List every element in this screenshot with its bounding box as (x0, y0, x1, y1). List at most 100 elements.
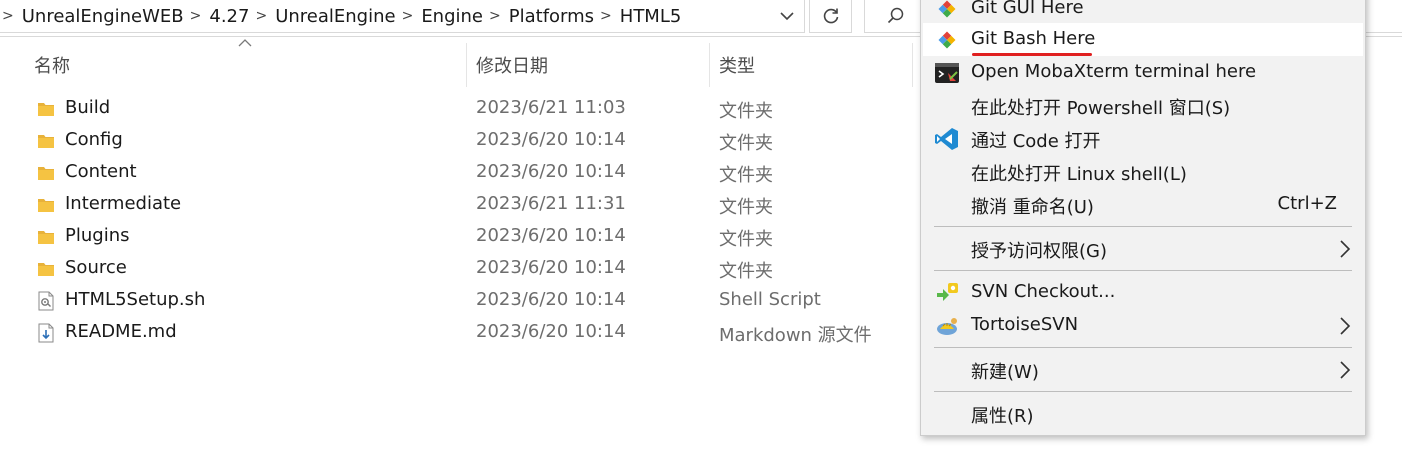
chevron-right-icon[interactable]: > (184, 8, 210, 24)
search-icon (887, 7, 904, 24)
file-name: Build (65, 97, 111, 118)
file-type: Markdown 源文件 (719, 325, 872, 346)
file-name: HTML5Setup.sh (65, 289, 206, 310)
column-divider[interactable] (466, 43, 467, 87)
file-modified-date: 2023/6/21 11:03 (476, 97, 626, 118)
chevron-right-icon[interactable]: > (483, 8, 509, 24)
markdown-file-icon (36, 323, 56, 343)
file-name: Plugins (65, 225, 130, 246)
menu-item-git-bash-here[interactable]: Git Bash Here (923, 23, 1363, 56)
menu-item-undo-rename[interactable]: 撤消 重命名(U) Ctrl+Z (921, 188, 1365, 221)
chevron-right-icon[interactable]: > (594, 8, 620, 24)
menu-separator (934, 347, 1352, 348)
file-type: 文件夹 (719, 101, 773, 122)
menu-item-label: 属性(R) (971, 406, 1034, 427)
refresh-icon (823, 8, 838, 24)
menu-item-svn-checkout[interactable]: SVN Checkout... (921, 276, 1365, 309)
menu-item-label: SVN Checkout... (971, 281, 1116, 302)
file-type: Shell Script (719, 289, 821, 310)
menu-item-label: Open MobaXterm terminal here (971, 61, 1257, 82)
chevron-down-icon (780, 12, 794, 21)
address-history-dropdown[interactable] (770, 0, 804, 32)
column-divider[interactable] (709, 43, 710, 87)
tortoisesvn-icon (937, 318, 957, 335)
column-header-date[interactable]: 修改日期 (476, 43, 706, 87)
address-bar[interactable]: > UnrealEngineWEB > 4.27 > UnrealEngine … (0, 0, 805, 33)
folder-icon (36, 195, 56, 215)
menu-item-open-powershell[interactable]: 在此处打开 Powershell 窗口(S) (921, 89, 1365, 122)
chevron-right-icon (1340, 361, 1351, 379)
menu-item-label: 在此处打开 Powershell 窗口(S) (971, 98, 1231, 119)
file-type: 文件夹 (719, 133, 773, 154)
chevron-right-icon[interactable]: > (249, 8, 275, 24)
file-row[interactable]: Plugins 2023/6/20 10:14 文件夹 (0, 221, 915, 253)
menu-item-open-mobaxterm[interactable]: Open MobaXterm terminal here (921, 56, 1365, 89)
file-type: 文件夹 (719, 229, 773, 250)
file-modified-date: 2023/6/20 10:14 (476, 257, 626, 278)
file-name: Config (65, 129, 123, 150)
menu-item-properties[interactable]: 属性(R) (921, 397, 1365, 430)
breadcrumb-item[interactable]: 4.27 (209, 6, 249, 27)
file-type: 文件夹 (719, 261, 773, 282)
refresh-button[interactable] (809, 0, 852, 33)
breadcrumb-item[interactable]: HTML5 (620, 6, 682, 27)
menu-item-label: 通过 Code 打开 (971, 131, 1101, 152)
svn-checkout-icon (937, 283, 958, 301)
menu-item-grant-access[interactable]: 授予访问权限(G) (921, 232, 1365, 265)
column-header-label: 名称 (34, 56, 70, 77)
file-row[interactable]: Source 2023/6/20 10:14 文件夹 (0, 253, 915, 285)
context-menu: Git GUI Here Git Bash Here Open MobaXter… (920, 0, 1366, 436)
column-header-name[interactable]: 名称 (34, 43, 464, 87)
breadcrumb: > UnrealEngineWEB > 4.27 > UnrealEngine … (0, 0, 681, 32)
file-row[interactable]: Intermediate 2023/6/21 11:31 文件夹 (0, 189, 915, 221)
file-row[interactable]: Build 2023/6/21 11:03 文件夹 (0, 93, 915, 125)
folder-icon (36, 227, 56, 247)
vscode-icon (935, 128, 958, 150)
menu-item-label: 授予访问权限(G) (971, 241, 1107, 262)
column-divider[interactable] (912, 43, 913, 87)
folder-icon (36, 163, 56, 183)
menu-item-open-linux-shell[interactable]: 在此处打开 Linux shell(L) (921, 155, 1365, 188)
shell-script-icon (36, 291, 56, 311)
file-modified-date: 2023/6/20 10:14 (476, 161, 626, 182)
breadcrumb-item[interactable]: UnrealEngineWEB (22, 6, 184, 27)
file-row[interactable]: HTML5Setup.sh 2023/6/20 10:14 Shell Script (0, 285, 915, 317)
file-row[interactable]: Config 2023/6/20 10:14 文件夹 (0, 125, 915, 157)
file-name: README.md (65, 321, 177, 342)
menu-item-git-gui-here[interactable]: Git GUI Here (921, 0, 1365, 25)
menu-item-label: 在此处打开 Linux shell(L) (971, 164, 1187, 185)
menu-item-new[interactable]: 新建(W) (921, 353, 1365, 386)
menu-item-open-with-code[interactable]: 通过 Code 打开 (921, 122, 1365, 155)
chevron-right-icon[interactable]: > (0, 8, 22, 24)
file-type: 文件夹 (719, 165, 773, 186)
folder-icon (36, 259, 56, 279)
file-name: Source (65, 257, 127, 278)
menu-item-label: TortoiseSVN (971, 314, 1079, 335)
menu-separator (934, 391, 1352, 392)
file-row[interactable]: Content 2023/6/20 10:14 文件夹 (0, 157, 915, 189)
file-name: Content (65, 161, 137, 182)
file-row[interactable]: README.md 2023/6/20 10:14 Markdown 源文件 (0, 317, 915, 349)
breadcrumb-item[interactable]: UnrealEngine (275, 6, 395, 27)
folder-icon (36, 99, 56, 119)
chevron-right-icon (1340, 317, 1351, 335)
menu-item-label: Git GUI Here (971, 0, 1084, 18)
breadcrumb-item[interactable]: Platforms (509, 6, 594, 27)
file-modified-date: 2023/6/20 10:14 (476, 289, 626, 310)
menu-item-label: Git Bash Here (971, 28, 1096, 49)
file-modified-date: 2023/6/20 10:14 (476, 321, 626, 342)
menu-item-tortoisesvn[interactable]: TortoiseSVN (921, 309, 1365, 342)
folder-icon (36, 131, 56, 151)
git-icon (938, 31, 956, 49)
chevron-right-icon[interactable]: > (396, 8, 422, 24)
menu-separator (934, 270, 1352, 271)
file-name: Intermediate (65, 193, 182, 214)
file-modified-date: 2023/6/20 10:14 (476, 129, 626, 150)
menu-item-shortcut: Ctrl+Z (1277, 193, 1337, 214)
chevron-right-icon (1340, 240, 1351, 258)
column-header-type[interactable]: 类型 (719, 43, 909, 87)
git-icon (938, 0, 956, 18)
mobaxterm-icon (935, 63, 959, 83)
file-type: 文件夹 (719, 197, 773, 218)
breadcrumb-item[interactable]: Engine (421, 6, 483, 27)
